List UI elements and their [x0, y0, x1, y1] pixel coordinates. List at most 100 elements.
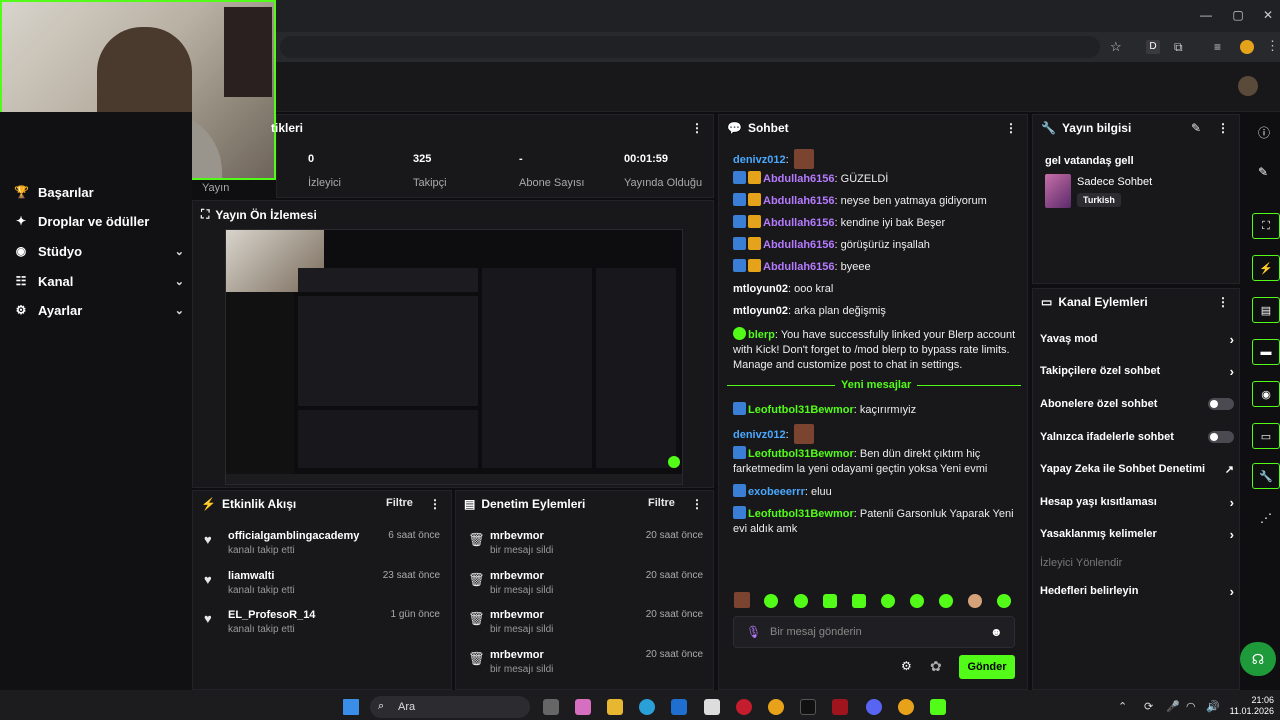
- stream-preview[interactable]: [225, 229, 683, 485]
- support-headset-icon[interactable]: ☊: [1240, 642, 1276, 676]
- chat-username[interactable]: Abdullah6156: [763, 195, 835, 207]
- wifi-icon[interactable]: ◠: [1186, 700, 1196, 713]
- sidebar-item-channel[interactable]: ☷ Kanal ⌄: [14, 269, 184, 293]
- close-icon[interactable]: ✕: [1258, 8, 1278, 24]
- store-icon[interactable]: [704, 699, 720, 715]
- banned-words-row[interactable]: Yasaklanmış kelimeler ›: [1040, 524, 1234, 544]
- microphone-icon[interactable]: 🎙: [746, 625, 761, 639]
- rail-button-bolt[interactable]: ⚡: [1252, 255, 1280, 281]
- category-name[interactable]: Sadece Sohbet: [1077, 176, 1152, 188]
- taskbar-search[interactable]: ⌕ Ara: [370, 696, 530, 718]
- filter-button[interactable]: Filtre: [386, 497, 413, 509]
- ai-moderation-row[interactable]: Yapay Zeka ile Sohbet Denetimi ↗: [1040, 459, 1234, 479]
- chat-username[interactable]: Leofutbol31Bewmor: [748, 404, 854, 416]
- goals-row[interactable]: Hedefleri belirleyin ›: [1040, 581, 1234, 601]
- copilot-icon[interactable]: [575, 699, 591, 715]
- address-bar[interactable]: [280, 36, 1100, 58]
- chat-username[interactable]: Leofutbol31Bewmor: [748, 448, 854, 460]
- slow-mode-row[interactable]: Yavaş mod ›: [1040, 329, 1234, 349]
- tray-chevron-icon[interactable]: ⌃: [1118, 700, 1127, 713]
- sidebar-item-achievements[interactable]: 🏆 Başarılar: [14, 180, 184, 204]
- clock[interactable]: 21:06 11.01.2026: [1226, 695, 1274, 717]
- task-view-icon[interactable]: [543, 699, 559, 715]
- event-user[interactable]: liamwalti: [228, 570, 295, 582]
- event-user[interactable]: EL_ProfesoR_14: [228, 609, 315, 621]
- sidebar-item-drops[interactable]: ✦ Droplar ve ödüller: [14, 209, 184, 233]
- emote-button[interactable]: [764, 594, 778, 608]
- more-options-icon[interactable]: ⋮: [1005, 121, 1017, 135]
- kick-icon[interactable]: [930, 699, 946, 715]
- profile-avatar[interactable]: [1240, 40, 1254, 54]
- edit-icon[interactable]: ✎: [1191, 121, 1201, 135]
- chat-username[interactable]: Abdullah6156: [763, 261, 835, 273]
- chrome-icon[interactable]: [768, 699, 784, 715]
- more-options-icon[interactable]: ⋮: [691, 121, 703, 135]
- user-avatar[interactable]: [1238, 76, 1258, 96]
- mod-user[interactable]: mrbevmor: [490, 530, 553, 542]
- mod-user[interactable]: mrbevmor: [490, 649, 553, 661]
- app-icon[interactable]: [832, 699, 848, 715]
- emote-picker-icon[interactable]: ✿: [930, 658, 942, 675]
- minimize-icon[interactable]: —: [1196, 8, 1216, 24]
- chat-username[interactable]: Abdullah6156: [763, 239, 835, 251]
- emoji-icon[interactable]: ☻: [990, 625, 1003, 639]
- mod-user[interactable]: mrbevmor: [490, 609, 553, 621]
- chat-settings-icon[interactable]: ⚙: [901, 659, 912, 673]
- maximize-icon[interactable]: ▢: [1228, 8, 1248, 24]
- emote-button[interactable]: [881, 594, 895, 608]
- file-explorer-icon[interactable]: [607, 699, 623, 715]
- extension-icon[interactable]: D: [1146, 40, 1160, 54]
- sidebar-item-studio[interactable]: ◉ Stüdyo ⌄: [14, 239, 184, 263]
- menu-icon[interactable]: ⋮: [1266, 38, 1279, 54]
- emote-button[interactable]: [997, 594, 1011, 608]
- more-options-icon[interactable]: ⋮: [1217, 295, 1229, 309]
- send-button[interactable]: Gönder: [959, 655, 1015, 679]
- info-icon[interactable]: ⓘ: [1258, 124, 1270, 141]
- chat-username[interactable]: mtloyun02: [733, 305, 788, 317]
- share-icon[interactable]: ⋰: [1260, 511, 1272, 525]
- discord-icon[interactable]: [866, 699, 882, 715]
- chat-username[interactable]: denivz012: [733, 429, 786, 441]
- rail-button-document[interactable]: ▤: [1252, 297, 1280, 323]
- followers-only-row[interactable]: Takipçilere özel sohbet ›: [1040, 361, 1234, 381]
- chat-username[interactable]: Leofutbol31Bewmor: [748, 508, 854, 520]
- rail-button-monitor[interactable]: ▭: [1252, 423, 1280, 449]
- more-options-icon[interactable]: ⋮: [691, 497, 703, 511]
- emote-button[interactable]: [823, 594, 837, 608]
- emote-button[interactable]: [939, 594, 953, 608]
- volume-icon[interactable]: 🔊: [1206, 700, 1220, 713]
- chat-username[interactable]: Abdullah6156: [763, 217, 835, 229]
- chat-username[interactable]: Abdullah6156: [763, 173, 835, 185]
- tiktok-icon[interactable]: [800, 699, 816, 715]
- filter-button[interactable]: Filtre: [648, 497, 675, 509]
- account-age-row[interactable]: Hesap yaşı kısıtlaması ›: [1040, 492, 1234, 512]
- opera-icon[interactable]: [736, 699, 752, 715]
- emote-button[interactable]: [968, 594, 982, 608]
- more-options-icon[interactable]: ⋮: [429, 497, 441, 511]
- subscribers-only-toggle[interactable]: [1208, 398, 1234, 410]
- tray-sync-icon[interactable]: ⟳: [1144, 700, 1153, 713]
- chat-username[interactable]: exobeeerrr: [748, 486, 805, 498]
- puzzle-icon[interactable]: ⧉: [1174, 40, 1183, 55]
- chrome-active-icon[interactable]: [898, 699, 914, 715]
- event-user[interactable]: officialgamblingacademy: [228, 530, 359, 542]
- rail-button-broadcast[interactable]: ◉: [1252, 381, 1280, 407]
- mod-user[interactable]: mrbevmor: [490, 570, 553, 582]
- edge-icon[interactable]: [639, 699, 655, 715]
- language-tag[interactable]: Turkish: [1077, 193, 1121, 207]
- chat-username[interactable]: mtloyun02: [733, 283, 788, 295]
- rail-button-wrench[interactable]: 🔧: [1252, 463, 1280, 489]
- rail-button-chat[interactable]: ▬: [1252, 339, 1280, 365]
- outlook-icon[interactable]: [671, 699, 687, 715]
- emote-only-toggle[interactable]: [1208, 431, 1234, 443]
- pencil-icon[interactable]: ✎: [1258, 165, 1268, 179]
- media-icon[interactable]: ≡: [1214, 40, 1221, 54]
- windows-start-icon[interactable]: [343, 699, 359, 715]
- chat-input[interactable]: 🎙 Bir mesaj gönderin ☻: [733, 616, 1015, 648]
- sidebar-item-settings[interactable]: ⚙ Ayarlar ⌄: [14, 298, 184, 322]
- chat-username[interactable]: denivz012: [733, 154, 786, 166]
- tray-mic-icon[interactable]: 🎤: [1166, 700, 1180, 713]
- chat-username[interactable]: blerp: [748, 329, 775, 341]
- emote-button[interactable]: [734, 592, 750, 608]
- emote-button[interactable]: [910, 594, 924, 608]
